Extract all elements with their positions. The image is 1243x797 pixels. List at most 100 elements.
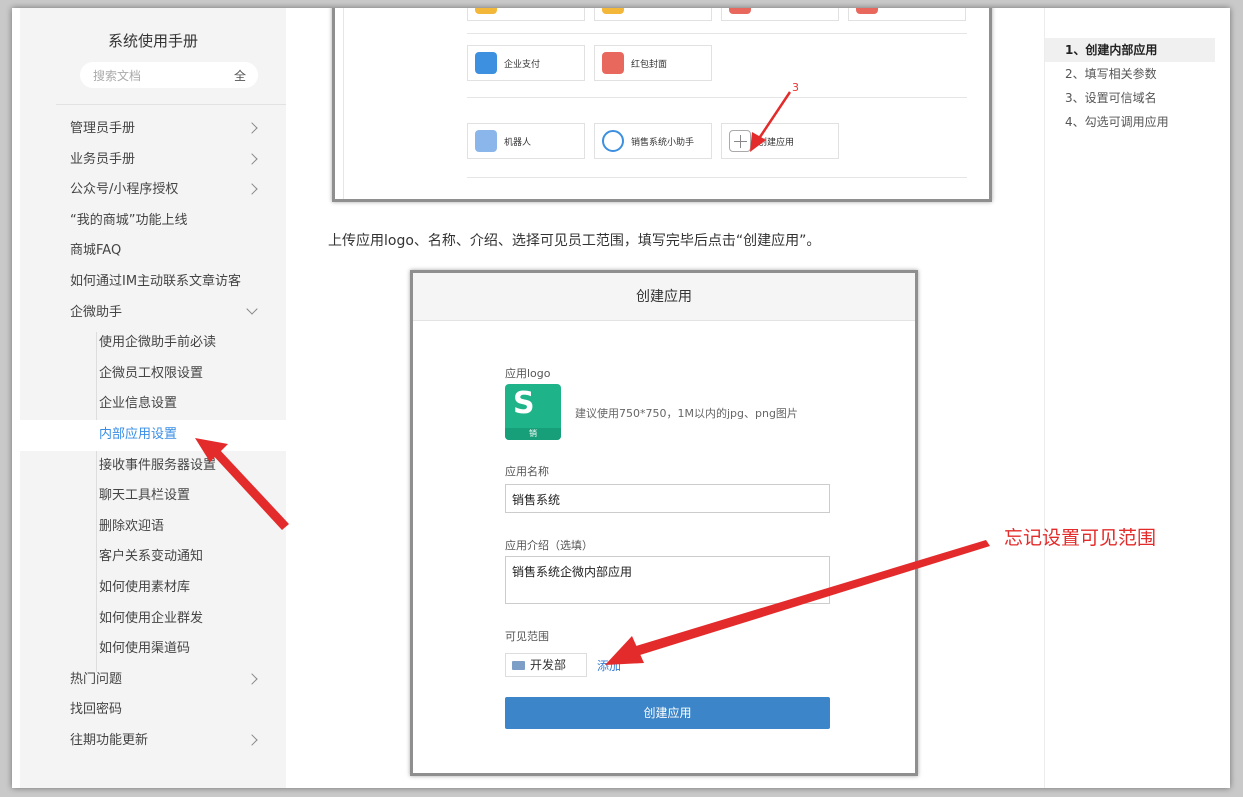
app-tile-cut bbox=[594, 8, 712, 21]
search-box[interactable]: 搜索文档 全 bbox=[80, 62, 258, 88]
wallet-icon bbox=[475, 52, 497, 74]
sidebar-item-label: 往期功能更新 bbox=[70, 732, 149, 748]
sidebar-subitem-event-server[interactable]: 接收事件服务器设置 bbox=[20, 451, 286, 482]
sidebar-subitem-internal-app[interactable]: 内部应用设置 bbox=[20, 419, 286, 451]
sidebar-item-hot-questions[interactable]: 热门问题 bbox=[20, 665, 286, 696]
app-tile-label: 机器人 bbox=[504, 138, 532, 148]
app-icon bbox=[602, 8, 624, 14]
app-tile-enterprise-pay[interactable]: 企业支付 bbox=[467, 45, 585, 81]
add-scope-link[interactable]: 添加 bbox=[597, 657, 621, 674]
app-intro-textarea[interactable]: 销售系统企微内部应用 bbox=[505, 556, 830, 604]
divider bbox=[467, 33, 967, 34]
folder-icon bbox=[512, 661, 525, 670]
sidebar-item-recover-password[interactable]: 找回密码 bbox=[20, 695, 286, 726]
dialog-title: 创建应用 bbox=[413, 273, 915, 321]
chevron-right-icon bbox=[246, 122, 258, 134]
intro-label: 应用介绍（选填） bbox=[505, 539, 593, 552]
chat-icon bbox=[602, 130, 624, 152]
sidebar-subitem-mass-send[interactable]: 如何使用企业群发 bbox=[20, 604, 286, 635]
robot-icon bbox=[475, 130, 497, 152]
toc-item-trusted-domain[interactable]: 3、设置可信域名 bbox=[1045, 86, 1215, 110]
sidebar-item-label: 客户关系变动通知 bbox=[99, 549, 204, 565]
scope-tag-label: 开发部 bbox=[530, 658, 567, 672]
screenshot-create-app-dialog: 创建应用 应用logo S 销 建议使用750*750，1M以内的jpg、png… bbox=[410, 270, 918, 776]
sidebar-subitem-customer-notify[interactable]: 客户关系变动通知 bbox=[20, 542, 286, 573]
sidebar-item-mall-faq[interactable]: 商城FAQ bbox=[20, 236, 286, 267]
screenshot-app-list: 企业支付 红包封面 自建 3 机器人 销售系统小助手 bbox=[332, 8, 992, 202]
sidebar-subitem-chat-toolbar[interactable]: 聊天工具栏设置 bbox=[20, 481, 286, 512]
sidebar-item-label: 如何使用素材库 bbox=[99, 579, 191, 595]
chevron-right-icon bbox=[246, 152, 258, 165]
app-tile-cut bbox=[721, 8, 839, 21]
chevron-right-icon bbox=[246, 183, 258, 195]
sidebar-subitem-read-first[interactable]: 使用企微助手前必读 bbox=[20, 328, 286, 359]
app-icon bbox=[729, 8, 751, 14]
sidebar-subitem-delete-welcome[interactable]: 删除欢迎语 bbox=[20, 512, 286, 543]
sidebar-subitem-channel-code[interactable]: 如何使用渠道码 bbox=[20, 634, 286, 665]
toc-item-callable-apps[interactable]: 4、勾选可调用应用 bbox=[1045, 110, 1215, 134]
app-tile-sales-assistant[interactable]: 销售系统小助手 bbox=[594, 123, 712, 159]
sidebar-item-label: 热门问题 bbox=[70, 671, 123, 687]
sidebar-item-label: 删除欢迎语 bbox=[99, 518, 165, 534]
annotation-text: 忘记设置可见范围 bbox=[1004, 527, 1157, 549]
app-logo[interactable]: S 销 bbox=[505, 384, 561, 440]
main-content: 企业支付 红包封面 自建 3 机器人 销售系统小助手 bbox=[286, 8, 1044, 788]
app-tile-cut bbox=[848, 8, 966, 21]
search-scope[interactable]: 全 bbox=[234, 67, 246, 84]
divider bbox=[467, 97, 967, 98]
sidebar-subitem-staff-permissions[interactable]: 企微员工权限设置 bbox=[20, 359, 286, 390]
app-tile-label: 企业支付 bbox=[504, 60, 541, 70]
sidebar-item-label: 内部应用设置 bbox=[99, 426, 178, 442]
chevron-right-icon bbox=[246, 673, 258, 685]
app-tile-create-app[interactable]: 创建应用 bbox=[721, 123, 839, 159]
logo-hint: 建议使用750*750，1M以内的jpg、png图片 bbox=[575, 407, 798, 420]
sidebar-item-label: 如何使用渠道码 bbox=[99, 641, 191, 657]
app-tile-robot[interactable]: 机器人 bbox=[467, 123, 585, 159]
sidebar-item-past-updates[interactable]: 往期功能更新 bbox=[20, 726, 286, 757]
sidebar-item-label: 业务员手册 bbox=[70, 151, 136, 167]
app-icon bbox=[475, 8, 497, 14]
sidebar-item-im-contact[interactable]: 如何通过IM主动联系文章访客 bbox=[20, 267, 286, 298]
step-number: 3 bbox=[792, 81, 799, 94]
logo-badge: 销 bbox=[505, 428, 561, 440]
plus-icon bbox=[729, 130, 751, 152]
sidebar-item-admin-manual[interactable]: 管理员手册 bbox=[20, 114, 286, 145]
search-input[interactable]: 搜索文档 bbox=[93, 67, 141, 84]
create-app-button[interactable]: 创建应用 bbox=[505, 697, 830, 729]
app-tile-cut bbox=[467, 8, 585, 21]
toc-item-fill-params[interactable]: 2、填写相关参数 bbox=[1045, 62, 1215, 86]
instruction-paragraph: 上传应用logo、名称、介绍、选择可见员工范围，填写完毕后点击“创建应用”。 bbox=[328, 233, 821, 249]
divider bbox=[467, 177, 967, 178]
sidebar-item-label: 如何使用企业群发 bbox=[99, 610, 204, 626]
sidebar-subitem-company-info[interactable]: 企业信息设置 bbox=[20, 389, 286, 420]
app-tile-red-envelope[interactable]: 红包封面 bbox=[594, 45, 712, 81]
sidebar: 系统使用手册 搜索文档 全 管理员手册 业务员手册 公众号/小程序授权 “我的商… bbox=[20, 8, 286, 788]
page-frame: 系统使用手册 搜索文档 全 管理员手册 业务员手册 公众号/小程序授权 “我的商… bbox=[12, 8, 1230, 788]
logo-glyph-icon: S bbox=[513, 386, 535, 421]
sidebar-subitem-material-library[interactable]: 如何使用素材库 bbox=[20, 573, 286, 604]
sidebar-item-label: 聊天工具栏设置 bbox=[99, 488, 191, 504]
app-tile-label: 创建应用 bbox=[758, 138, 795, 148]
app-icon bbox=[856, 8, 878, 14]
sidebar-item-label: 企微助手 bbox=[70, 304, 123, 320]
sidebar-item-my-mall[interactable]: “我的商城”功能上线 bbox=[20, 206, 286, 237]
scope-tag[interactable]: 开发部 bbox=[505, 653, 587, 677]
scope-label: 可见范围 bbox=[505, 630, 549, 643]
sidebar-item-label: 企业信息设置 bbox=[99, 396, 178, 412]
sidebar-item-label: 管理员手册 bbox=[70, 121, 136, 136]
table-of-contents: 1、创建内部应用 2、填写相关参数 3、设置可信域名 4、勾选可调用应用 bbox=[1045, 38, 1215, 134]
name-label: 应用名称 bbox=[505, 465, 549, 478]
chevron-down-icon bbox=[246, 302, 258, 315]
sidebar-item-label: 找回密码 bbox=[70, 702, 123, 718]
sidebar-item-wecom-assistant[interactable]: 企微助手 bbox=[20, 298, 286, 329]
app-tile-label: 红包封面 bbox=[631, 60, 668, 70]
sidebar-title: 系统使用手册 bbox=[107, 32, 198, 50]
sidebar-item-label: 使用企微助手前必读 bbox=[99, 335, 217, 351]
red-envelope-icon bbox=[602, 52, 624, 74]
app-list-panel: 企业支付 红包封面 自建 3 机器人 销售系统小助手 bbox=[343, 8, 983, 199]
toc-item-create-app[interactable]: 1、创建内部应用 bbox=[1045, 38, 1215, 62]
sidebar-item-authorization[interactable]: 公众号/小程序授权 bbox=[20, 175, 286, 206]
chevron-right-icon bbox=[246, 734, 258, 746]
app-name-input[interactable]: 销售系统 bbox=[505, 484, 830, 513]
sidebar-item-sales-manual[interactable]: 业务员手册 bbox=[20, 145, 286, 176]
